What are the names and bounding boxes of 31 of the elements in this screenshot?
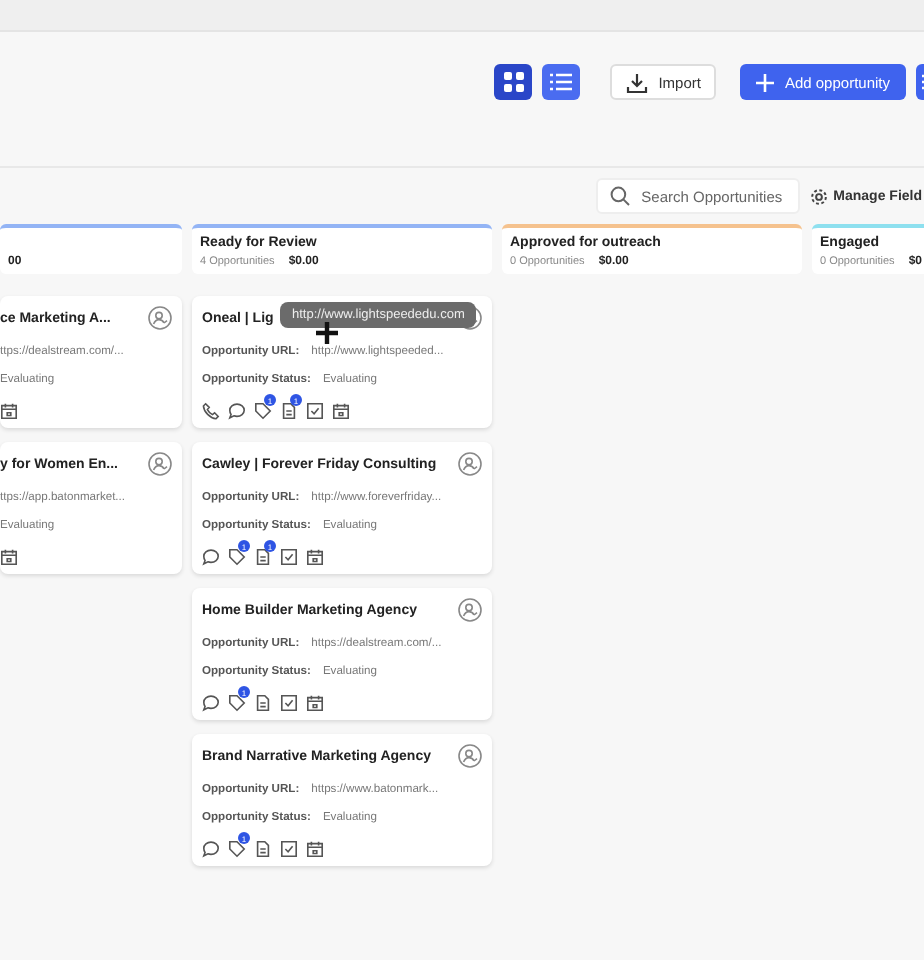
chat-icon[interactable] [202,694,220,712]
plus-icon [756,73,775,91]
assign-user-icon[interactable] [148,452,172,476]
list-view-button[interactable] [542,64,581,100]
grid-view-button[interactable] [494,64,533,100]
calendar-icon[interactable] [306,840,324,858]
doc-icon[interactable] [254,840,272,858]
chat-icon[interactable] [202,548,220,566]
download-icon [626,71,649,93]
calendar-icon[interactable] [0,548,18,566]
list-icon [550,72,573,92]
chat-icon[interactable] [202,840,220,858]
calendar-icon[interactable] [306,694,324,712]
chat-icon[interactable] [228,402,246,420]
check-icon[interactable] [280,694,298,712]
grid-icon [503,72,524,92]
doc-icon[interactable] [254,694,272,712]
check-icon[interactable] [280,840,298,858]
move-cursor-icon [316,322,338,344]
phone-icon[interactable] [202,402,220,420]
calendar-icon[interactable] [332,402,350,420]
check-icon[interactable] [306,402,324,420]
assign-user-icon[interactable] [148,306,172,330]
assign-user-icon[interactable] [458,744,482,768]
assign-user-icon[interactable] [458,598,482,622]
search-icon [609,186,630,206]
calendar-icon[interactable] [306,548,324,566]
calendar-icon[interactable] [0,402,18,420]
check-icon[interactable] [280,548,298,566]
gear-icon [809,187,828,205]
assign-user-icon[interactable] [458,452,482,476]
